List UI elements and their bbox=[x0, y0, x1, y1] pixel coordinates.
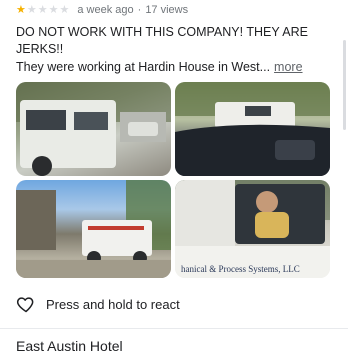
photo-white-truck-side[interactable] bbox=[16, 82, 171, 176]
next-place-title[interactable]: East Austin Hotel bbox=[16, 338, 123, 354]
heart-outline-icon bbox=[16, 297, 34, 313]
review-title-text: DO NOT WORK WITH THIS COMPANY! THEY ARE … bbox=[16, 25, 308, 56]
more-link[interactable]: more bbox=[274, 60, 302, 74]
star-empty-icon: ★ bbox=[37, 3, 48, 16]
review-time-ago: a week ago bbox=[77, 4, 134, 16]
review-body-preview: They were working at Hardin House in Wes… bbox=[16, 60, 271, 74]
react-label: Press and hold to react bbox=[46, 296, 180, 312]
photo-truck-street-view[interactable] bbox=[175, 82, 330, 176]
star-empty-icon: ★ bbox=[26, 3, 37, 16]
review-views: 17 views bbox=[145, 4, 189, 16]
meta-separator: · bbox=[137, 4, 142, 16]
photo-driver-in-truck[interactable]: hanical & Process Systems, LLC bbox=[175, 180, 330, 278]
review-photo-grid: hanical & Process Systems, LLC bbox=[16, 82, 330, 278]
photo-truck-driveway[interactable] bbox=[16, 180, 171, 278]
review-meta-row: ★ ★ ★ ★ ★ a week ago · 17 views bbox=[16, 2, 188, 18]
star-rating: ★ ★ ★ ★ ★ bbox=[16, 3, 70, 16]
truck-decal-text: hanical & Process Systems, LLC bbox=[181, 264, 300, 274]
review-body: They were working at Hardin House in Wes… bbox=[16, 59, 336, 76]
section-divider bbox=[0, 328, 348, 329]
star-empty-icon: ★ bbox=[48, 3, 59, 16]
scrollbar[interactable] bbox=[343, 40, 346, 130]
star-filled-icon: ★ bbox=[16, 3, 26, 16]
react-button[interactable]: Press and hold to react bbox=[16, 292, 180, 316]
star-empty-icon: ★ bbox=[59, 3, 70, 16]
